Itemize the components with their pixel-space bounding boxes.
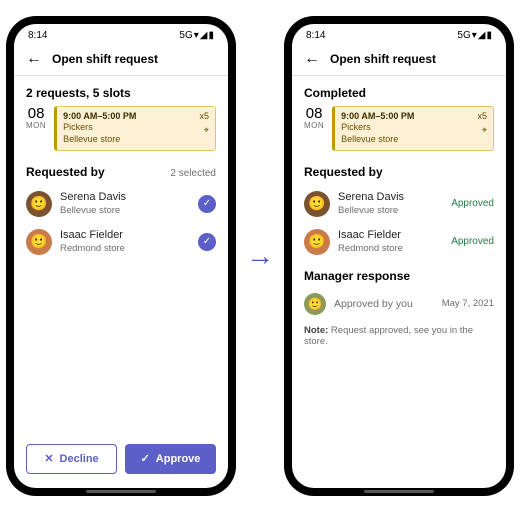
spacer [26, 261, 216, 440]
back-icon[interactable]: ← [26, 51, 42, 67]
manager-row: 🙂 Approved by you May 7, 2021 [304, 289, 494, 319]
status-badge: Approved [451, 236, 494, 247]
status-badge: Approved [451, 198, 494, 209]
action-bar: ✕ Decline ✓ Approve [26, 440, 216, 480]
person-store: Redmond store [338, 243, 443, 255]
home-indicator [86, 490, 156, 493]
requested-by-label: Requested by [304, 165, 383, 179]
shift-count: x5 [199, 111, 209, 123]
shift-store: Bellevue store [63, 134, 209, 146]
person-name: Serena Davis [60, 191, 190, 205]
network-label: 5G [179, 30, 192, 41]
manager-note: Note: Request approved, see you in the s… [304, 325, 494, 347]
avatar: 🙂 [26, 191, 52, 217]
location-icon: ⌖ [482, 125, 487, 137]
avatar: 🙂 [304, 191, 330, 217]
check-icon: ✓ [141, 452, 150, 465]
status-bar: 8:14 5G ▾ ◢ ▮ [14, 24, 228, 43]
date-column: 08 MON [304, 106, 324, 151]
requested-by-header: Requested by [304, 165, 494, 179]
shift-card[interactable]: 9:00 AM–5:00 PM Pickers Bellevue store x… [54, 106, 216, 151]
summary-label: 2 requests, 5 slots [26, 86, 216, 100]
person-info: Isaac Fielder Redmond store [60, 229, 190, 255]
note-text: Request approved, see you in the store. [304, 325, 473, 347]
phone-right: 8:14 5G ▾ ◢ ▮ ← Open shift request Compl… [284, 16, 514, 496]
signal-icon: ◢ [478, 30, 486, 41]
shift-row: 08 MON 9:00 AM–5:00 PM Pickers Bellevue … [26, 106, 216, 151]
manager-date: May 7, 2021 [442, 298, 494, 309]
status-right: 5G ▾ ◢ ▮ [179, 30, 214, 41]
shift-row: 08 MON 9:00 AM–5:00 PM Pickers Bellevue … [304, 106, 494, 151]
decline-label: Decline [60, 453, 99, 465]
home-indicator [364, 490, 434, 493]
close-icon: ✕ [44, 452, 53, 465]
requested-by-label: Requested by [26, 165, 105, 179]
app-header: ← Open shift request [292, 43, 506, 76]
person-name: Isaac Fielder [338, 229, 443, 243]
requested-by-header: Requested by 2 selected [26, 165, 216, 179]
screen-left: 8:14 5G ▾ ◢ ▮ ← Open shift request 2 req… [14, 24, 228, 488]
manager-status: Approved by you [334, 298, 434, 310]
battery-icon: ▮ [486, 30, 492, 41]
page-title: Open shift request [330, 52, 436, 66]
date-column: 08 MON [26, 106, 46, 151]
person-row[interactable]: 🙂 Isaac Fielder Redmond store Approved [304, 223, 494, 261]
person-info: Serena Davis Bellevue store [338, 191, 443, 217]
shift-card[interactable]: 9:00 AM–5:00 PM Pickers Bellevue store x… [332, 106, 494, 151]
content-left: 2 requests, 5 slots 08 MON 9:00 AM–5:00 … [14, 76, 228, 488]
person-row[interactable]: 🙂 Isaac Fielder Redmond store ✓ [26, 223, 216, 261]
status-bar: 8:14 5G ▾ ◢ ▮ [292, 24, 506, 43]
shift-role: Pickers [341, 122, 487, 134]
date-number: 08 [26, 106, 46, 123]
manager-response-label: Manager response [304, 269, 494, 283]
battery-icon: ▮ [208, 30, 214, 41]
person-info: Isaac Fielder Redmond store [338, 229, 443, 255]
shift-time: 9:00 AM–5:00 PM [341, 111, 487, 123]
shift-time: 9:00 AM–5:00 PM [63, 111, 209, 123]
approve-label: Approve [156, 453, 201, 465]
person-store: Redmond store [60, 243, 190, 255]
status-time: 8:14 [306, 30, 325, 41]
avatar: 🙂 [304, 229, 330, 255]
person-store: Bellevue store [338, 205, 443, 217]
approve-button[interactable]: ✓ Approve [125, 444, 216, 474]
date-dow: MON [26, 122, 46, 131]
content-right: Completed 08 MON 9:00 AM–5:00 PM Pickers… [292, 76, 506, 488]
wifi-icon: ▾ [472, 30, 477, 41]
screen-right: 8:14 5G ▾ ◢ ▮ ← Open shift request Compl… [292, 24, 506, 488]
date-number: 08 [304, 106, 324, 123]
person-info: Serena Davis Bellevue store [60, 191, 190, 217]
signal-icon: ◢ [200, 30, 208, 41]
person-store: Bellevue store [60, 205, 190, 217]
status-right: 5G ▾ ◢ ▮ [457, 30, 492, 41]
location-icon: ⌖ [204, 125, 209, 137]
person-name: Isaac Fielder [60, 229, 190, 243]
decline-button[interactable]: ✕ Decline [26, 444, 117, 474]
selected-check-icon[interactable]: ✓ [198, 195, 216, 213]
avatar: 🙂 [26, 229, 52, 255]
wifi-icon: ▾ [194, 30, 199, 41]
note-prefix: Note: [304, 325, 328, 336]
summary-label: Completed [304, 86, 494, 100]
back-icon[interactable]: ← [304, 51, 320, 67]
person-row[interactable]: 🙂 Serena Davis Bellevue store Approved [304, 185, 494, 223]
status-time: 8:14 [28, 30, 47, 41]
phone-left: 8:14 5G ▾ ◢ ▮ ← Open shift request 2 req… [6, 16, 236, 496]
arrow-icon: → [246, 242, 274, 270]
network-label: 5G [457, 30, 470, 41]
app-header: ← Open shift request [14, 43, 228, 76]
shift-store: Bellevue store [341, 134, 487, 146]
page-title: Open shift request [52, 52, 158, 66]
shift-role: Pickers [63, 122, 209, 134]
date-dow: MON [304, 122, 324, 131]
selected-check-icon[interactable]: ✓ [198, 233, 216, 251]
avatar: 🙂 [304, 293, 326, 315]
shift-count: x5 [477, 111, 487, 123]
person-row[interactable]: 🙂 Serena Davis Bellevue store ✓ [26, 185, 216, 223]
person-name: Serena Davis [338, 191, 443, 205]
selected-count: 2 selected [170, 168, 216, 179]
